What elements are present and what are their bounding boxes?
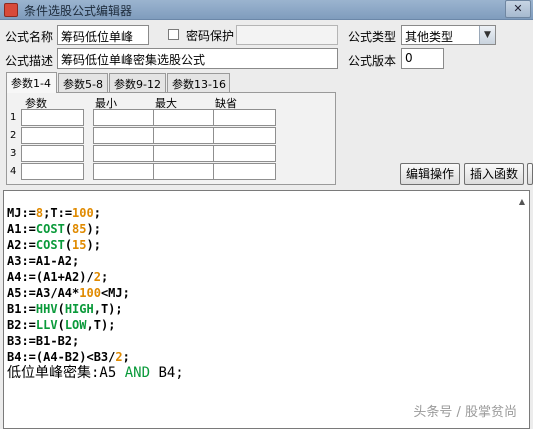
code-line: A3:=A1-A2;	[7, 253, 184, 269]
tab-params-9-12[interactable]: 参数9-12	[109, 73, 166, 92]
code-token: );	[86, 222, 101, 236]
formula-name-input[interactable]: 筹码低位单峰	[57, 25, 149, 45]
code-token: );	[86, 238, 101, 252]
code-token: AND	[124, 365, 151, 381]
code-line: B4:=(A4-B2)<B3/2;	[7, 349, 184, 365]
code-token: 15	[72, 238, 87, 252]
param-default-input[interactable]	[213, 127, 276, 144]
row-number: 1	[10, 112, 17, 123]
param-min-input[interactable]	[93, 145, 156, 162]
param-default-input[interactable]	[213, 145, 276, 162]
formula-type-select[interactable]: 其他类型 ▼	[401, 25, 496, 45]
param-name-input[interactable]	[21, 127, 84, 144]
formula-type-label: 公式类型	[348, 30, 397, 44]
code-token: MJ:=	[7, 206, 36, 220]
formula-desc-input[interactable]: 筹码低位单峰密集选股公式	[57, 48, 338, 69]
code-token: (	[64, 238, 73, 252]
formula-name-label: 公式名称	[5, 30, 54, 44]
formula-desc-label: 公式描述	[5, 54, 54, 68]
formula-version-input[interactable]: 0	[401, 48, 444, 69]
code-token: ;	[100, 270, 109, 284]
param-max-input[interactable]	[153, 109, 216, 126]
param-min-input[interactable]	[93, 109, 156, 126]
row-number: 3	[10, 148, 17, 159]
insert-function-button[interactable]: 插入函数	[464, 163, 524, 185]
app-icon	[4, 3, 18, 17]
code-token: <MJ;	[100, 286, 130, 300]
title-bar: 条件选股公式编辑器 ✕	[0, 0, 533, 20]
code-line: 低位单峰密集:A5 AND B4;	[7, 365, 184, 383]
close-button[interactable]: ✕	[505, 0, 531, 18]
code-token: B1:=	[7, 302, 36, 316]
param-max-input[interactable]	[153, 163, 216, 180]
code-token: (	[64, 222, 73, 236]
code-token: B2:=	[7, 318, 36, 332]
code-token: COST	[35, 222, 65, 236]
code-token: B4;	[150, 365, 184, 381]
code-line: A5:=A3/A4*100<MJ;	[7, 285, 184, 301]
tab-params-5-8[interactable]: 参数5-8	[58, 73, 108, 92]
formula-version-label: 公式版本	[348, 54, 397, 68]
param-name-input[interactable]	[21, 145, 84, 162]
code-token: 100	[79, 286, 101, 300]
extra-button[interactable]	[527, 163, 533, 185]
code-token: COST	[35, 238, 65, 252]
code-token: A5:=A3/A4*	[7, 286, 80, 300]
code-line: MJ:=8;T:=100;	[7, 205, 184, 221]
password-protect-label: 密码保护	[186, 29, 235, 43]
code-token: A3:=A1-A2;	[7, 254, 80, 268]
code-token: ,T);	[93, 302, 123, 316]
window-title: 条件选股公式编辑器	[24, 4, 133, 18]
code-token: 2	[93, 270, 101, 284]
code-token: ;	[93, 206, 101, 220]
code-token: B3:=B1-B2;	[7, 334, 80, 348]
code-token: ,T);	[86, 318, 116, 332]
params-panel: 参数 最小 最大 缺省 1 2 3 4	[6, 92, 336, 185]
code-token: ;	[122, 350, 130, 364]
code-line: A1:=COST(85);	[7, 221, 184, 237]
param-max-input[interactable]	[153, 127, 216, 144]
code-token: (	[57, 318, 65, 332]
param-name-input[interactable]	[21, 109, 84, 126]
tab-params-13-16[interactable]: 参数13-16	[167, 73, 230, 92]
code-token: (	[57, 302, 65, 316]
scroll-up-icon[interactable]: ▲	[519, 197, 525, 206]
formula-editor-window: 条件选股公式编辑器 ✕ 公式名称 筹码低位单峰 密码保护 公式类型 其他类型 ▼…	[0, 0, 533, 429]
code-token: LLV	[35, 318, 58, 332]
param-default-input[interactable]	[213, 163, 276, 180]
param-name-input[interactable]	[21, 163, 84, 180]
code-token: A4:=(A1+A2)/	[7, 270, 94, 284]
code-line: A4:=(A1+A2)/2;	[7, 269, 184, 285]
param-max-input[interactable]	[153, 145, 216, 162]
code-editor[interactable]: ▲ MJ:=8;T:=100; A1:=COST(85); A2:=COST(15)…	[3, 190, 530, 429]
code-line: A2:=COST(15);	[7, 237, 184, 253]
code-token: HHV	[35, 302, 58, 316]
code-token: ;T:=	[43, 206, 73, 220]
formula-type-value: 其他类型	[405, 30, 454, 44]
code-token: B4:=(A4-B2)<B3/	[7, 350, 116, 364]
code-token: 2	[115, 350, 123, 364]
edit-operation-button[interactable]: 编辑操作	[400, 163, 460, 185]
code-line: B2:=LLV(LOW,T);	[7, 317, 184, 333]
password-input[interactable]	[236, 25, 338, 45]
code-token: 100	[72, 206, 94, 220]
code-content: MJ:=8;T:=100; A1:=COST(85); A2:=COST(15); A…	[7, 205, 184, 383]
row-number: 4	[10, 166, 17, 177]
password-protect-checkbox[interactable]	[168, 29, 179, 40]
code-token: 85	[72, 222, 87, 236]
code-token: 低位单峰密集:A5	[7, 365, 125, 381]
code-token: A1:=	[7, 222, 36, 236]
code-token: HIGH	[64, 302, 94, 316]
tab-params-1-4[interactable]: 参数1-4	[6, 72, 57, 93]
param-min-input[interactable]	[93, 163, 156, 180]
chevron-down-icon[interactable]: ▼	[479, 26, 495, 44]
code-token: LOW	[64, 318, 87, 332]
watermark: 头条号 / 股掌贫尚	[413, 405, 517, 420]
param-default-input[interactable]	[213, 109, 276, 126]
code-line: B1:=HHV(HIGH,T);	[7, 301, 184, 317]
code-token: A2:=	[7, 238, 36, 252]
row-number: 2	[10, 130, 17, 141]
param-min-input[interactable]	[93, 127, 156, 144]
code-line: B3:=B1-B2;	[7, 333, 184, 349]
